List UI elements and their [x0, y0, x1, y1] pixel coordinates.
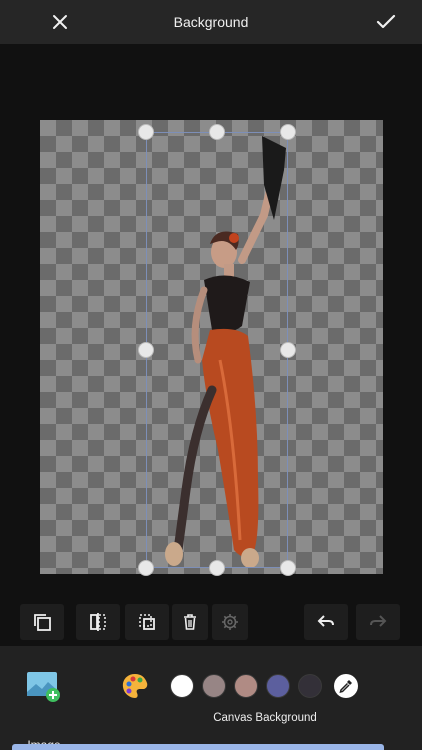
undo-button[interactable] — [304, 604, 348, 640]
transparent-canvas[interactable] — [40, 120, 383, 576]
resize-handle-bottom[interactable] — [209, 560, 225, 576]
top-bar: Background — [0, 0, 422, 44]
bottom-panel: Image Canvas Background — [0, 646, 422, 750]
color-swatch[interactable] — [170, 674, 194, 698]
palette-icon — [122, 674, 148, 698]
resize-handle-bottom-right[interactable] — [280, 560, 296, 576]
resize-handle-bottom-left[interactable] — [138, 560, 154, 576]
checkmark-icon — [376, 14, 396, 29]
color-swatch[interactable] — [298, 674, 322, 698]
redo-icon — [370, 615, 387, 627]
selection-box[interactable] — [146, 132, 288, 568]
crop-select-button[interactable] — [125, 604, 169, 640]
redo-button[interactable] — [356, 604, 400, 640]
resize-handle-right[interactable] — [280, 342, 296, 358]
layers-button[interactable] — [20, 604, 64, 640]
page-title: Background — [173, 14, 249, 30]
canvas-background-label: Canvas Background — [213, 712, 317, 724]
color-swatch[interactable] — [202, 674, 226, 698]
color-picker-button[interactable] — [334, 674, 358, 698]
close-button[interactable] — [44, 6, 76, 38]
edit-toolbar — [0, 600, 422, 646]
resize-handle-top-left[interactable] — [138, 124, 154, 140]
settings-button[interactable] — [212, 604, 248, 640]
confirm-button[interactable] — [370, 6, 402, 38]
scroll-indicator — [12, 744, 384, 750]
flip-horizontal-icon — [90, 613, 106, 631]
add-image-button[interactable]: Image — [22, 670, 64, 750]
canvas-area — [0, 44, 422, 600]
layers-icon — [34, 614, 51, 631]
trash-icon — [184, 614, 196, 630]
color-swatch[interactable] — [234, 674, 258, 698]
eyedropper-icon — [339, 680, 352, 694]
crop-select-icon — [139, 614, 155, 630]
palette-button[interactable] — [121, 672, 149, 700]
close-icon — [53, 15, 67, 29]
color-swatch[interactable] — [266, 674, 290, 698]
settings-gear-icon — [222, 614, 238, 630]
flip-button[interactable] — [76, 604, 120, 640]
resize-handle-top[interactable] — [209, 124, 225, 140]
resize-handle-left[interactable] — [138, 342, 154, 358]
add-image-icon — [27, 672, 60, 702]
resize-handle-top-right[interactable] — [280, 124, 296, 140]
delete-button[interactable] — [172, 604, 208, 640]
undo-icon — [317, 615, 334, 627]
